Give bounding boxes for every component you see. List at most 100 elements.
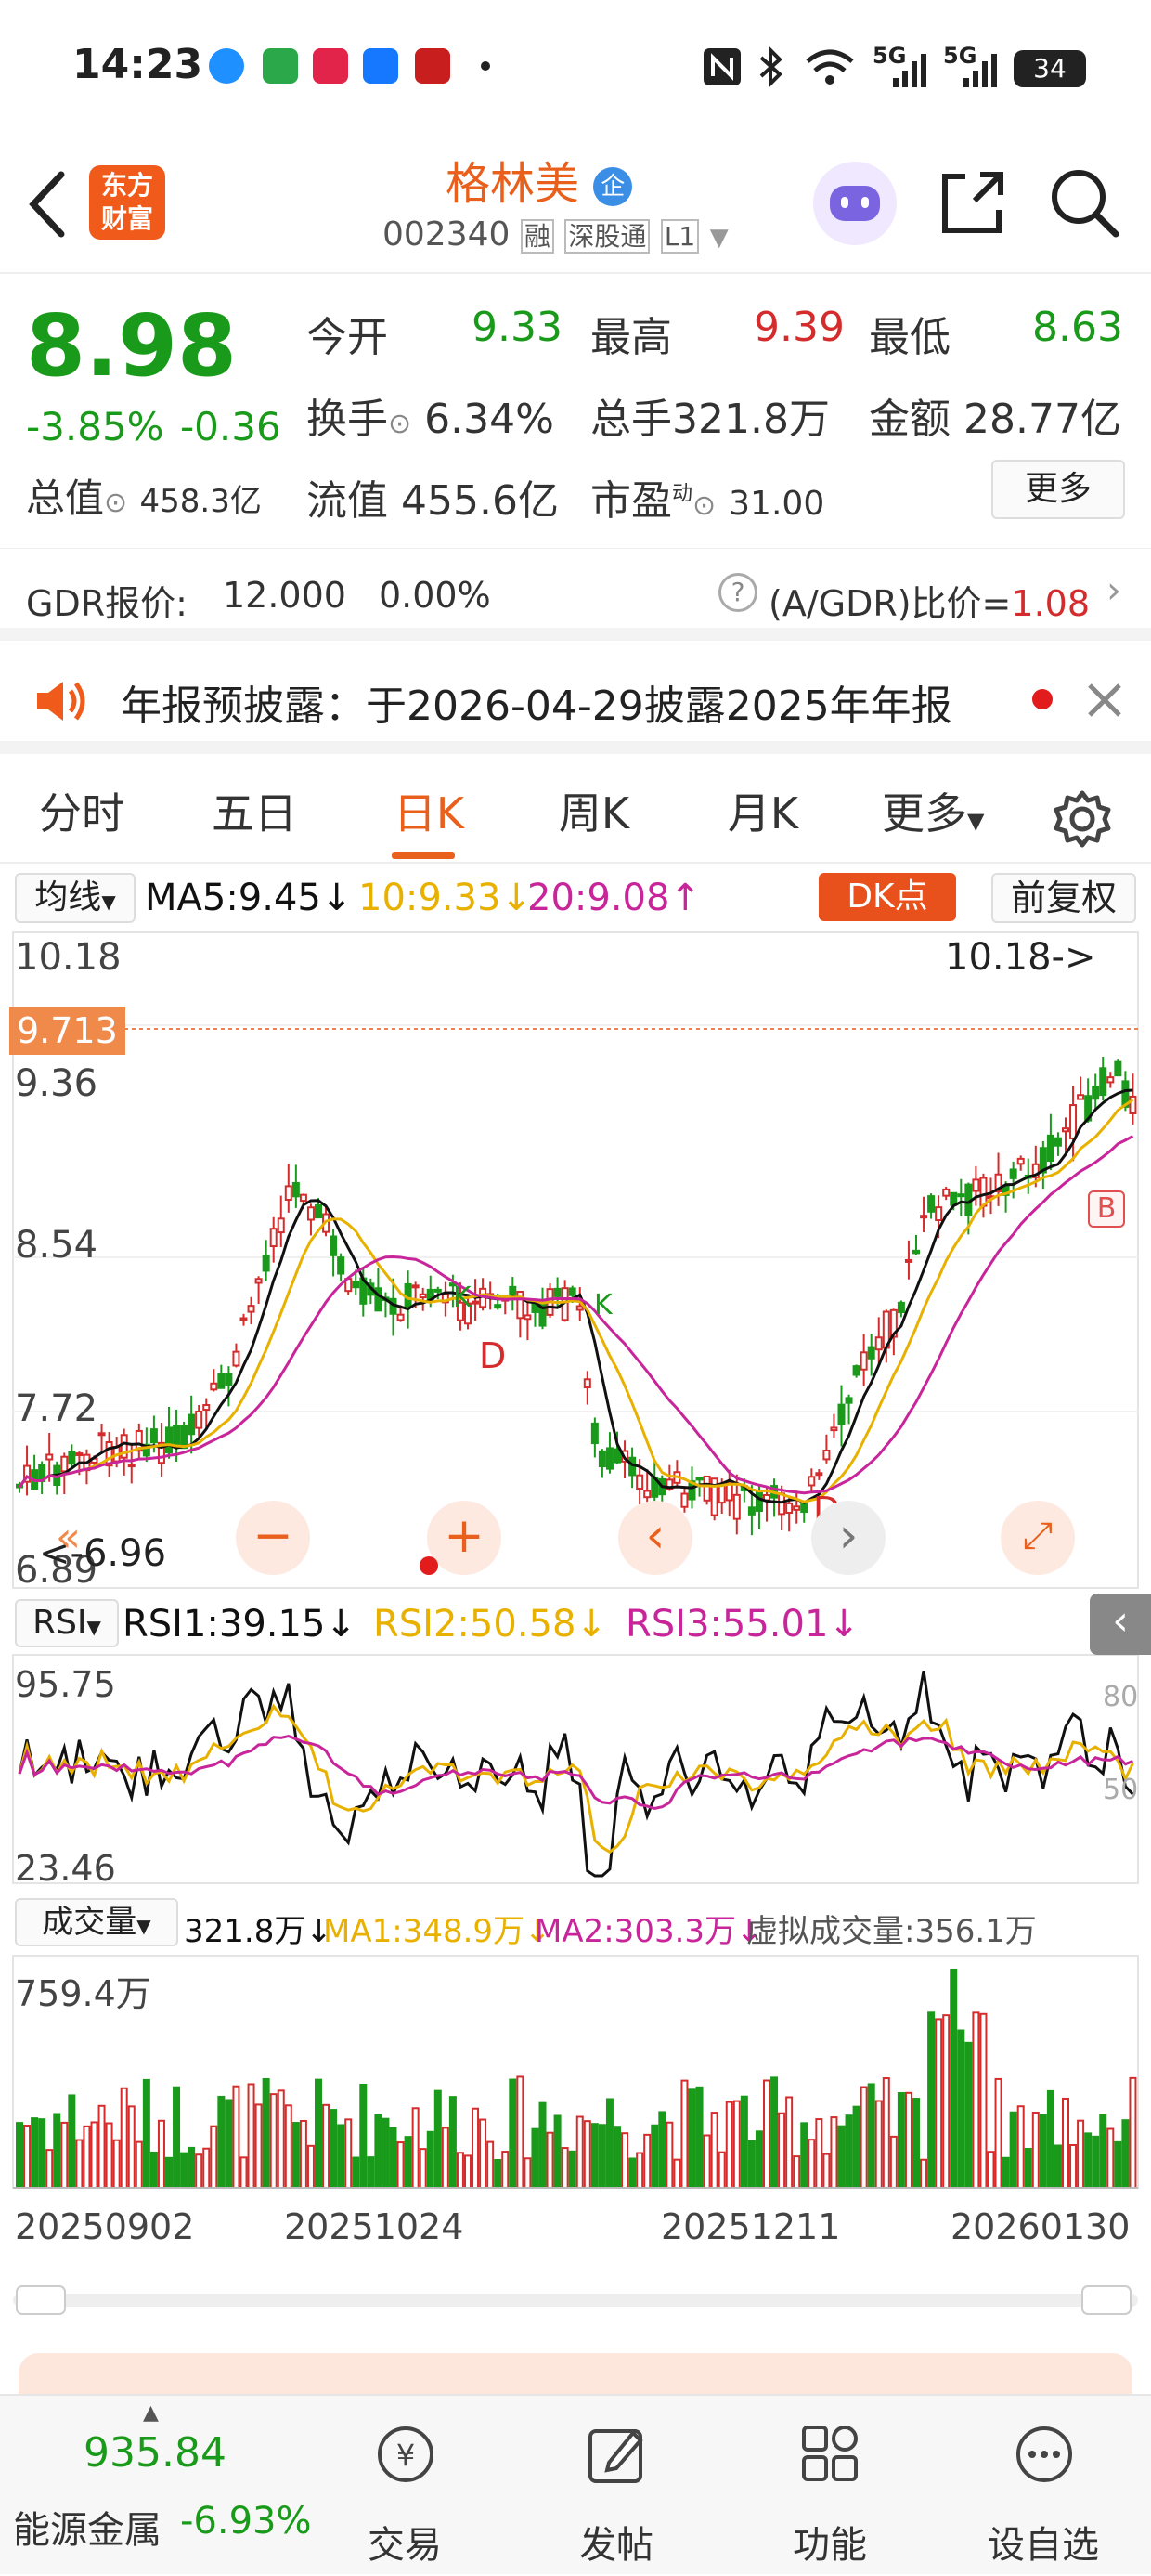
promo-strip[interactable]	[19, 2353, 1132, 2394]
info-icon[interactable]: ⊙	[692, 489, 716, 522]
ai-assistant-icon[interactable]	[813, 162, 897, 245]
share-icon[interactable]	[938, 167, 1008, 238]
amount-row: 金额 28.77亿	[869, 385, 1121, 445]
app-logo[interactable]: 东方 财富	[89, 165, 165, 240]
nav-post[interactable]: 发帖	[533, 2396, 700, 2576]
candle-body	[195, 1410, 203, 1429]
tab-daily-k[interactable]: 日K	[364, 767, 494, 864]
volume-bar	[97, 2104, 106, 2189]
volume-bar	[31, 2117, 39, 2189]
help-icon[interactable]: ?	[718, 573, 757, 612]
tab-intraday[interactable]: 分时	[17, 767, 147, 864]
volume-value: 321.8万↓	[184, 1913, 332, 1950]
settings-icon[interactable]	[1053, 789, 1112, 849]
tab-more[interactable]: 更多▼	[882, 767, 984, 864]
candle-body	[232, 1350, 240, 1367]
sector-percent: -6.93%	[180, 2500, 312, 2543]
candle-body	[472, 1300, 480, 1305]
volume-bar	[165, 2156, 173, 2189]
volume-label: 总手	[590, 396, 672, 443]
candle-body	[703, 1475, 711, 1502]
tab-weekly-k[interactable]: 周K	[529, 767, 659, 864]
stock-name-row[interactable]: 格林美 企	[446, 147, 743, 212]
info-icon[interactable]: ⊙	[104, 487, 127, 519]
volume-bar	[1062, 2097, 1069, 2190]
candle-body	[808, 1476, 816, 1487]
candle-body	[494, 1304, 502, 1309]
volume-legend-row: 成交量▼ 321.8万↓ MA1:348.9万↓ MA2:303.3万↓ 虚拟成…	[0, 1894, 1151, 1952]
search-icon[interactable]	[1047, 165, 1121, 240]
rsi-tick: 23.46	[15, 1848, 116, 1889]
scroll-left-button[interactable]: ‹	[618, 1501, 692, 1575]
volume-bar	[173, 2086, 181, 2190]
close-icon[interactable]	[1084, 680, 1125, 721]
candle-body	[188, 1413, 196, 1436]
status-time: 14:23	[72, 41, 203, 88]
volume-bar	[695, 2086, 704, 2189]
bottom-nav: ▲ 935.84 能源金属 -6.93% ¥ 交易 发帖 功能 设自选	[0, 2394, 1151, 2574]
volume-bar	[232, 2085, 240, 2190]
volume-selector-label: 成交量	[42, 1904, 137, 1941]
dk-signal-label: K	[453, 1281, 472, 1314]
ma-selector[interactable]: 均线▼	[15, 873, 136, 923]
candle-body	[1077, 1094, 1085, 1100]
amount-label: 金额	[869, 396, 951, 443]
candle-body	[284, 1185, 292, 1202]
candle-body	[897, 1301, 905, 1314]
announcement-banner[interactable]: 年报预披露：于2026-04-29披露2025年年报	[0, 654, 1151, 754]
tab-monthly-k[interactable]: 月K	[698, 767, 828, 864]
volume-bar	[912, 2098, 920, 2189]
more-button[interactable]: 更多	[991, 460, 1125, 519]
more-icon	[1016, 2426, 1072, 2482]
volume-selector[interactable]: 成交量▼	[15, 1898, 178, 1946]
volume-bar	[337, 2124, 345, 2190]
volume-bar	[464, 2154, 472, 2189]
dk-point-button[interactable]: DK点	[819, 873, 956, 921]
scroll-handle-left[interactable]	[16, 2285, 66, 2315]
back-icon[interactable]	[26, 169, 67, 240]
rewind-icon[interactable]: «	[56, 1514, 81, 1561]
gdr-row[interactable]: GDR报价: 12.000 0.00% ? (A/GDR)比价=1.08 ›	[0, 548, 1151, 641]
candle-body	[75, 1452, 84, 1457]
scroll-right-button[interactable]: ›	[811, 1501, 886, 1575]
rsi-selector-label: RSI	[32, 1604, 87, 1642]
candle-body	[254, 1278, 263, 1284]
caret-down-icon: ▼	[101, 891, 116, 913]
tab-five-day[interactable]: 五日	[189, 767, 319, 864]
nav-watchlist[interactable]: 设自选	[960, 2396, 1127, 2576]
candle-body	[68, 1451, 76, 1465]
zoom-in-button[interactable]: +	[427, 1501, 501, 1575]
edit-icon	[588, 2429, 643, 2483]
rsi-legend-row: RSI▼ RSI1:39.15↓ RSI2:50.58↓ RSI3:55.01↓…	[0, 1594, 1151, 1655]
volume-bar	[732, 2100, 741, 2190]
market-cap-value: 458.3亿	[139, 483, 262, 520]
candle-body	[173, 1425, 181, 1448]
candle-body	[352, 1281, 360, 1289]
nav-trade[interactable]: ¥ 交易	[321, 2396, 488, 2576]
candle-body	[732, 1493, 741, 1520]
scroll-handle-right[interactable]	[1081, 2285, 1132, 2315]
zoom-out-button[interactable]: −	[236, 1501, 310, 1575]
timeline-scrollbar[interactable]	[13, 2294, 1138, 2307]
volume-bar	[658, 2111, 666, 2189]
gdr-label: GDR报价:	[26, 583, 188, 624]
volume-bar	[157, 2119, 165, 2190]
nav-functions[interactable]: 功能	[746, 2396, 913, 2576]
adjust-button[interactable]: 前复权	[991, 873, 1136, 923]
stock-code-row[interactable]: 002340 融 深股通 L1 ▼	[382, 215, 729, 254]
info-icon[interactable]: ⊙	[388, 408, 411, 440]
candle-body	[605, 1447, 614, 1470]
volume-bar	[516, 2075, 524, 2190]
sector-index-widget[interactable]: ▲ 935.84 能源金属 -6.93%	[0, 2396, 316, 2576]
rsi-selector[interactable]: RSI▼	[15, 1599, 119, 1647]
stock-header: 东方 财富 格林美 企 002340 融 深股通 L1 ▼	[0, 139, 1151, 274]
candle-body	[874, 1336, 883, 1351]
nav-functions-label: 功能	[793, 2524, 867, 2567]
volume-bar	[546, 2131, 554, 2190]
candle-body	[680, 1492, 689, 1508]
fullscreen-button[interactable]: ⤢	[1001, 1501, 1075, 1575]
volume-bar	[636, 2152, 644, 2189]
app-logo-text: 财富	[100, 203, 153, 234]
candle-body	[330, 1235, 338, 1256]
collapse-panel-button[interactable]: ‹	[1090, 1594, 1151, 1655]
